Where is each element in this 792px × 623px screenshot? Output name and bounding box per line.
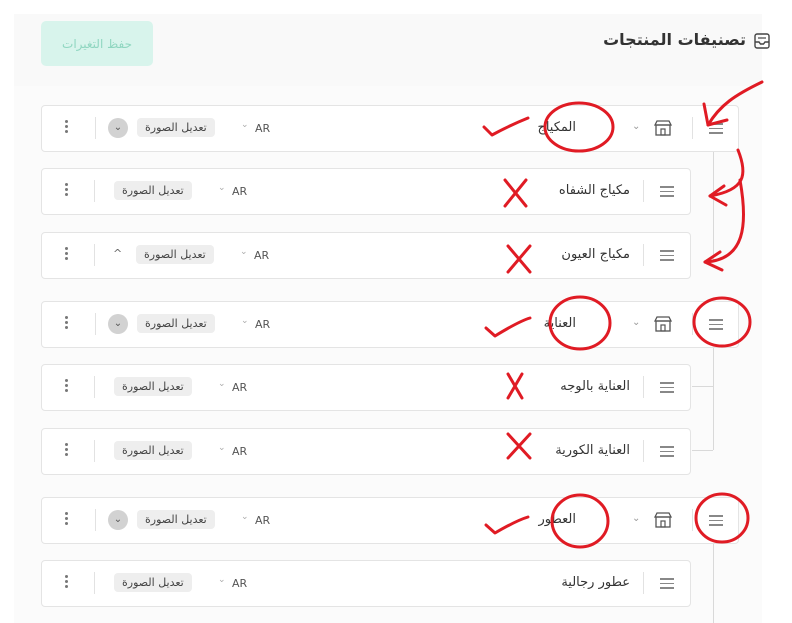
category-row-child[interactable]: عطور رجالية AR ⌄ تعديل الصورة — [41, 560, 691, 607]
edit-image-button[interactable]: تعديل الصورة — [114, 181, 192, 200]
divider — [94, 440, 95, 462]
divider — [692, 509, 693, 531]
store-icon — [654, 316, 672, 332]
store-icon — [654, 512, 672, 528]
category-row-parent[interactable]: ⌄ العطور AR ⌄ تعديل الصورة ⌄ — [41, 497, 739, 544]
chevron-down-icon[interactable]: ⌄ — [241, 120, 249, 130]
language-select[interactable]: AR — [254, 249, 269, 262]
drag-handle-icon[interactable] — [709, 515, 723, 526]
divider — [94, 244, 95, 266]
divider — [95, 117, 96, 139]
divider — [95, 509, 96, 531]
expand-toggle-button[interactable]: ⌄ — [108, 314, 128, 334]
language-select[interactable]: AR — [255, 318, 270, 331]
drag-handle-icon[interactable] — [660, 186, 674, 197]
more-options-icon[interactable] — [65, 316, 69, 331]
drag-handle-icon[interactable] — [660, 250, 674, 261]
edit-image-button[interactable]: تعديل الصورة — [137, 510, 215, 529]
category-row-child[interactable]: مكياج العيون AR ⌄ تعديل الصورة ^ — [41, 232, 691, 279]
category-name: مكياج الشفاه — [558, 183, 630, 198]
divider — [643, 572, 644, 594]
drag-handle-icon[interactable] — [709, 319, 723, 330]
divider — [94, 180, 95, 202]
edit-image-button[interactable]: تعديل الصورة — [114, 573, 192, 592]
edit-image-button[interactable]: تعديل الصورة — [114, 377, 192, 396]
category-row-child[interactable]: مكياج الشفاه AR ⌄ تعديل الصورة — [41, 168, 691, 215]
divider — [692, 117, 693, 139]
category-row-child[interactable]: العناية بالوجه AR ⌄ تعديل الصورة — [41, 364, 691, 411]
category-name: المكياج — [537, 120, 576, 135]
more-options-icon[interactable] — [65, 183, 69, 198]
chevron-down-icon[interactable]: ⌄ — [632, 121, 640, 132]
tree-connector — [713, 346, 714, 450]
edit-image-button[interactable]: تعديل الصورة — [137, 118, 215, 137]
store-icon — [654, 120, 672, 136]
category-name: العطور — [538, 512, 576, 527]
chevron-down-icon[interactable]: ⌄ — [218, 443, 226, 453]
category-name: مكياج العيون — [561, 247, 630, 262]
inbox-icon — [754, 33, 770, 49]
chevron-down-icon[interactable]: ⌄ — [241, 316, 249, 326]
chevron-down-icon[interactable]: ⌄ — [218, 575, 226, 585]
category-row-child[interactable]: العناية الكورية AR ⌄ تعديل الصورة — [41, 428, 691, 475]
language-select[interactable]: AR — [232, 577, 247, 590]
category-name: العناية الكورية — [555, 443, 630, 458]
divider — [643, 376, 644, 398]
chevron-down-icon[interactable]: ⌄ — [218, 379, 226, 389]
tree-connector — [692, 450, 713, 451]
more-options-icon[interactable] — [65, 575, 69, 590]
edit-image-button[interactable]: تعديل الصورة — [137, 314, 215, 333]
category-name: العناية بالوجه — [560, 379, 630, 394]
drag-handle-icon[interactable] — [660, 446, 674, 457]
divider — [643, 244, 644, 266]
chevron-up-icon[interactable]: ^ — [113, 247, 122, 260]
more-options-icon[interactable] — [65, 512, 69, 527]
category-name: العناية — [543, 316, 576, 331]
language-select[interactable]: AR — [232, 381, 247, 394]
more-options-icon[interactable] — [65, 443, 69, 458]
save-changes-button[interactable]: حفظ التغيرات — [41, 21, 153, 66]
category-name: عطور رجالية — [561, 575, 630, 590]
expand-toggle-button[interactable]: ⌄ — [108, 118, 128, 138]
tree-connector — [713, 150, 714, 260]
chevron-down-icon[interactable]: ⌄ — [241, 512, 249, 522]
drag-handle-icon[interactable] — [660, 578, 674, 589]
drag-handle-icon[interactable] — [709, 123, 723, 134]
divider — [643, 180, 644, 202]
tree-connector — [692, 386, 713, 387]
category-row-parent[interactable]: ⌄ المكياج AR ⌄ تعديل الصورة ⌄ — [41, 105, 739, 152]
chevron-down-icon[interactable]: ⌄ — [240, 247, 248, 257]
divider — [94, 572, 95, 594]
more-options-icon[interactable] — [65, 379, 69, 394]
language-select[interactable]: AR — [232, 185, 247, 198]
category-row-parent[interactable]: ⌄ العناية AR ⌄ تعديل الصورة ⌄ — [41, 301, 739, 348]
edit-image-button[interactable]: تعديل الصورة — [114, 441, 192, 460]
divider — [643, 440, 644, 462]
language-select[interactable]: AR — [255, 514, 270, 527]
expand-toggle-button[interactable]: ⌄ — [108, 510, 128, 530]
page-title: تصنيفات المنتجات — [603, 30, 746, 49]
language-select[interactable]: AR — [255, 122, 270, 135]
more-options-icon[interactable] — [65, 120, 69, 135]
drag-handle-icon[interactable] — [660, 382, 674, 393]
divider — [692, 313, 693, 335]
divider — [95, 313, 96, 335]
chevron-down-icon[interactable]: ⌄ — [632, 513, 640, 524]
language-select[interactable]: AR — [232, 445, 247, 458]
tree-connector — [713, 542, 714, 623]
more-options-icon[interactable] — [65, 247, 69, 262]
chevron-down-icon[interactable]: ⌄ — [218, 183, 226, 193]
edit-image-button[interactable]: تعديل الصورة — [136, 245, 214, 264]
divider — [94, 376, 95, 398]
chevron-down-icon[interactable]: ⌄ — [632, 317, 640, 328]
